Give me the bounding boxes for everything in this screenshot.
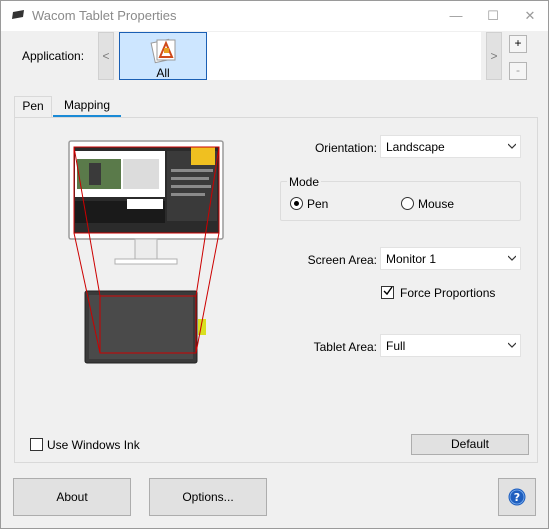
app-scroll-right-button[interactable]: > (486, 32, 502, 80)
tablet-area-label: Tablet Area: (313, 340, 377, 354)
all-apps-icon (150, 38, 176, 64)
wacom-tablet-icon (12, 10, 24, 19)
use-windows-ink-label[interactable]: Use Windows Ink (47, 438, 140, 452)
mode-pen-radio[interactable] (290, 197, 303, 210)
app-scroll-left-button[interactable]: < (98, 32, 114, 80)
screen-area-label: Screen Area: (307, 253, 377, 267)
help-button[interactable]: ? (498, 478, 536, 516)
default-button[interactable]: Default (411, 434, 529, 455)
mode-title: Mode (287, 175, 322, 189)
options-button[interactable]: Options... (149, 478, 267, 516)
tablet-image (84, 290, 206, 364)
checkmark-icon (383, 286, 393, 296)
force-proportions-label[interactable]: Force Proportions (400, 286, 495, 300)
orientation-value: Landscape (386, 140, 445, 154)
about-button[interactable]: About (13, 478, 131, 516)
help-icon: ? (508, 488, 526, 506)
application-label: Application: (22, 49, 85, 63)
application-item-all[interactable]: All (119, 32, 207, 80)
use-windows-ink-checkbox[interactable] (30, 438, 43, 451)
mapping-illustration (68, 140, 224, 364)
orientation-label: Orientation: (314, 141, 377, 155)
add-application-button[interactable]: + (509, 35, 527, 53)
screen-area-value: Monitor 1 (386, 252, 437, 266)
tab-mapping[interactable]: Mapping (53, 96, 121, 117)
remove-application-button[interactable]: - (509, 62, 527, 80)
svg-text:?: ? (514, 491, 520, 504)
close-button[interactable]: ✕ (507, 1, 549, 31)
force-proportions-checkbox[interactable] (381, 286, 394, 299)
mode-mouse-radio[interactable] (401, 197, 414, 210)
mode-mouse-label[interactable]: Mouse (418, 197, 454, 211)
tablet-area-value: Full (386, 339, 406, 353)
application-item-label: All (156, 66, 170, 80)
window-title: Wacom Tablet Properties (32, 8, 177, 23)
chevron-down-icon (508, 342, 516, 348)
application-list: All (119, 32, 481, 80)
wacom-properties-window: Wacom Tablet Properties — ☐ ✕ Applicatio… (0, 0, 549, 529)
title-bar: Wacom Tablet Properties — ☐ ✕ (1, 1, 548, 31)
monitor-image (68, 140, 224, 265)
chevron-down-icon (508, 255, 516, 261)
mode-pen-label[interactable]: Pen (307, 197, 328, 211)
tab-pen[interactable]: Pen (14, 96, 52, 117)
orientation-dropdown[interactable]: Landscape (380, 135, 521, 158)
screen-area-dropdown[interactable]: Monitor 1 (380, 247, 521, 270)
tablet-area-dropdown[interactable]: Full (380, 334, 521, 357)
chevron-down-icon (508, 143, 516, 149)
radio-selected-dot (294, 201, 299, 206)
